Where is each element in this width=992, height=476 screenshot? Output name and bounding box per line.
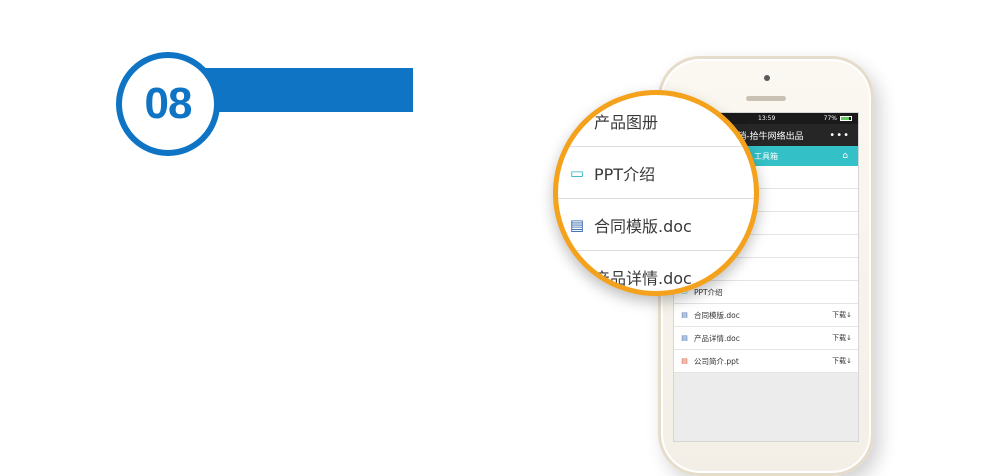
file-name: 公司简介.ppt bbox=[694, 356, 739, 366]
doc-icon: ▤ bbox=[681, 334, 688, 342]
magnified-row: 产品详情.doc bbox=[558, 251, 754, 291]
file-row-product-details[interactable]: ▤ 产品详情.doc 下载↓ bbox=[674, 327, 858, 350]
file-row-contract[interactable]: ▤ 合同模版.doc 下载↓ bbox=[674, 304, 858, 327]
nav-title: 工具箱 bbox=[754, 151, 778, 161]
magnified-label: 产品图册 bbox=[594, 112, 659, 132]
download-link[interactable]: 下载↓ bbox=[832, 356, 852, 366]
download-link[interactable]: 下载↓ bbox=[832, 333, 852, 343]
magnifier-callout: 产品图册 ▭ PPT介绍 ▤ 合同模版.doc 产品详情.doc bbox=[553, 90, 759, 296]
ppt-icon: ▤ bbox=[681, 357, 688, 365]
doc-icon: ▤ bbox=[569, 215, 585, 234]
battery-icon bbox=[840, 116, 852, 121]
file-name: 合同模版.doc bbox=[694, 310, 740, 320]
folder-icon: ▭ bbox=[569, 163, 585, 182]
magnified-row: ▭ PPT介绍 bbox=[558, 147, 754, 199]
home-icon[interactable]: ⌂ bbox=[842, 151, 848, 161]
doc-icon: ▤ bbox=[681, 311, 688, 319]
file-name: 产品详情.doc bbox=[694, 333, 740, 343]
magnified-row: 产品图册 bbox=[558, 95, 754, 147]
status-time: 13:59 bbox=[758, 115, 776, 122]
magnified-label: 产品详情.doc bbox=[594, 268, 692, 288]
file-row-company-intro[interactable]: ▤ 公司简介.ppt 下载↓ bbox=[674, 350, 858, 373]
phone-camera bbox=[764, 75, 770, 81]
step-number-badge: 08 bbox=[116, 52, 220, 156]
magnified-row: ▤ 合同模版.doc bbox=[558, 199, 754, 251]
download-link[interactable]: 下载↓ bbox=[832, 310, 852, 320]
step-banner-bar bbox=[190, 68, 413, 112]
magnified-label: PPT介绍 bbox=[594, 164, 656, 184]
more-options-icon[interactable]: ••• bbox=[829, 130, 850, 141]
magnified-label: 合同模版.doc bbox=[594, 216, 692, 236]
status-battery-percent: 77% bbox=[823, 115, 837, 122]
step-number: 08 bbox=[144, 79, 193, 128]
